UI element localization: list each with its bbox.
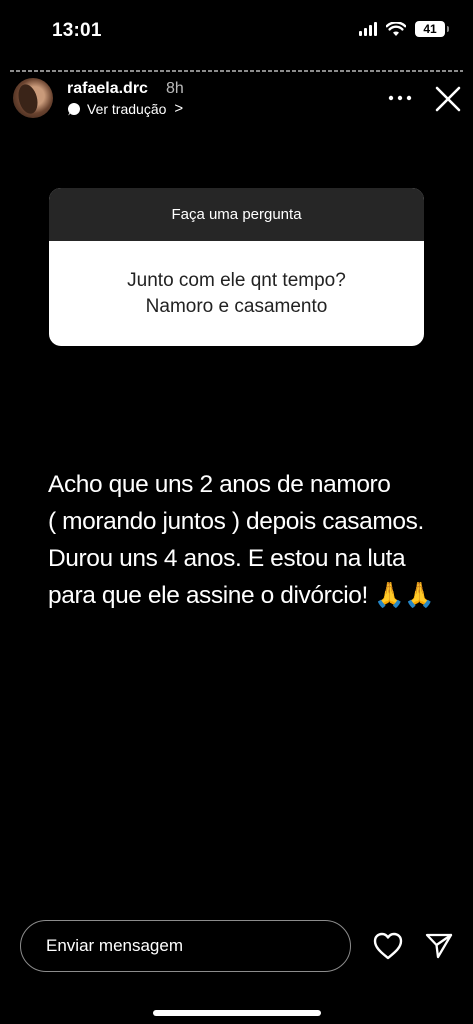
question-sticker-body: Junto com ele qnt tempo? Namoro e casame… (49, 241, 424, 346)
story-progress-bar (10, 70, 463, 72)
answer-line: Acho que uns 2 anos de namoro (48, 471, 391, 498)
translate-label: Ver tradução (87, 100, 167, 117)
home-indicator (153, 1010, 321, 1016)
answer-line: para que ele assine o divórcio! 🙏🙏 (48, 582, 435, 609)
answer-line: Durou uns 4 anos. E estou na luta (48, 545, 406, 572)
translate-icon (68, 102, 80, 115)
username[interactable]: rafaela.drc (67, 80, 148, 98)
more-icon[interactable] (388, 86, 412, 110)
chevron-right-icon: > (174, 100, 184, 117)
wifi-icon (386, 21, 406, 36)
close-icon[interactable] (435, 86, 461, 112)
question-sticker: Faça uma pergunta Junto com ele qnt temp… (49, 188, 424, 346)
question-line: Junto com ele qnt tempo? (127, 269, 346, 291)
status-time: 13:01 (52, 20, 102, 41)
signal-icon (359, 22, 377, 36)
answer-line: ( morando juntos ) depois casamos. (48, 508, 424, 535)
answer-text: Acho que uns 2 anos de namoro ( morando … (48, 466, 458, 614)
question-line: Namoro e casamento (145, 295, 328, 317)
message-input[interactable] (20, 920, 351, 972)
story-time-ago: 8h (166, 80, 184, 97)
send-icon[interactable] (424, 930, 454, 960)
heart-icon[interactable] (372, 931, 404, 961)
status-icons: 41 (359, 21, 449, 37)
avatar[interactable] (13, 78, 53, 118)
battery-icon: 41 (415, 21, 449, 37)
translate-link[interactable]: Ver tradução > (67, 100, 183, 117)
question-sticker-header: Faça uma pergunta (49, 188, 424, 241)
